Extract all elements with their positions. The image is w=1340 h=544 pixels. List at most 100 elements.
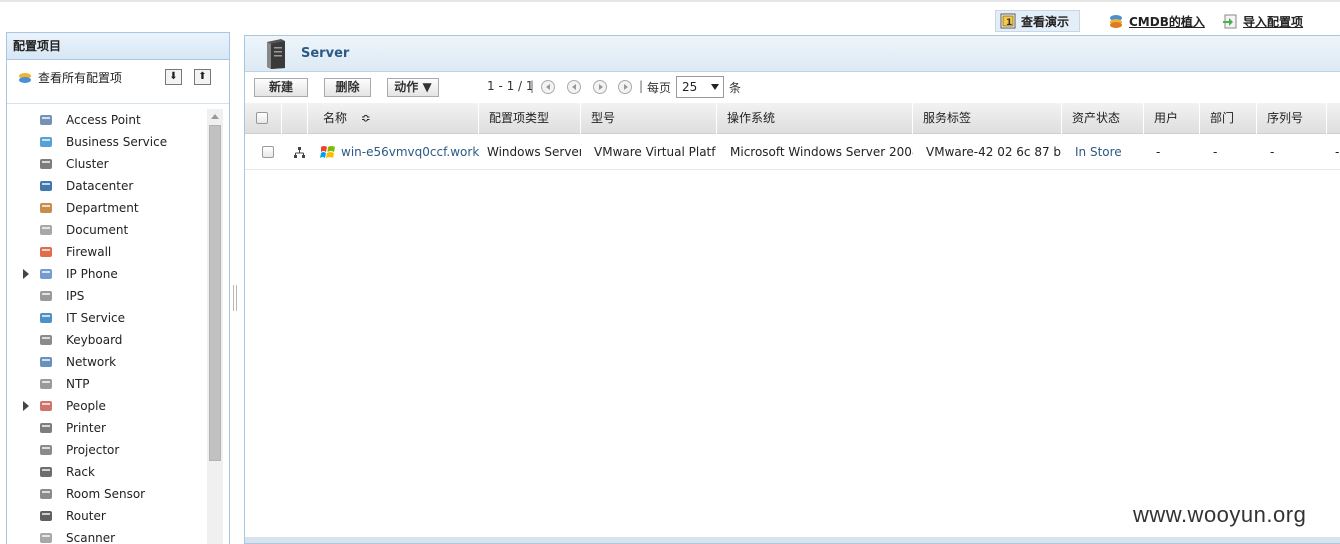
sidebar-item-it-service[interactable]: IT Service (7, 307, 207, 329)
first-page-icon[interactable] (541, 80, 555, 94)
column-header-user[interactable]: 用户 (1144, 103, 1200, 134)
view-demo-button[interactable]: 1 查看演示 (995, 10, 1080, 32)
ntp-icon (38, 376, 54, 392)
sidebar-item-business-service[interactable]: Business Service (7, 131, 207, 153)
datacenter-icon (38, 178, 54, 194)
per-page-label: 每页 (647, 81, 672, 95)
column-header-model[interactable]: 型号 (581, 103, 717, 134)
chevron-down-icon (711, 84, 719, 90)
tree-scrollbar[interactable] (207, 109, 223, 544)
windows-logo-icon (320, 146, 335, 158)
it-service-icon (38, 310, 54, 326)
grid-bottom-bar (245, 537, 1340, 543)
document-icon (38, 222, 54, 238)
sidebar-item-label: Datacenter (66, 179, 134, 193)
scanner-icon (38, 530, 54, 544)
next-page-icon[interactable] (593, 80, 607, 94)
sidebar-item-label: Keyboard (66, 333, 123, 347)
last-page-icon[interactable] (618, 80, 632, 94)
cluster-icon (38, 156, 54, 172)
select-all-checkbox[interactable] (256, 112, 268, 124)
collapse-all-button[interactable]: ⬆ (194, 69, 211, 85)
expand-all-button[interactable]: ⬇ (165, 69, 182, 85)
sidebar-item-ntp[interactable]: NTP (7, 373, 207, 395)
ips-icon (38, 288, 54, 304)
select-all-cell (245, 103, 282, 134)
view-demo-label: 查看演示 (1021, 14, 1070, 29)
scroll-thumb[interactable] (209, 125, 221, 461)
top-link-bar: 1 查看演示 CMDB的植入 导入配置项 (0, 0, 1340, 32)
panel-splitter[interactable] (232, 283, 240, 313)
sidebar-item-label: IP Phone (66, 267, 118, 281)
sidebar-actions: 查看所有配置项 ⬇ ⬆ (7, 60, 229, 104)
sidebar-item-printer[interactable]: Printer (7, 417, 207, 439)
column-header-serial[interactable]: 序列号 (1257, 103, 1327, 134)
sidebar-item-label: Scanner (66, 531, 116, 544)
expand-all-icon: ⬇ (169, 71, 178, 82)
column-header-type[interactable]: 配置项类型 (479, 103, 581, 134)
sidebar-item-label: Document (66, 223, 129, 237)
server-panel: Server 新建 删除 动作 ▼ 1 - 1 / 1 | | 每页 25 条 (244, 35, 1340, 544)
sidebar-item-ip-phone[interactable]: IP Phone (7, 263, 207, 285)
sidebar-item-label: Rack (66, 465, 95, 479)
prev-page-icon[interactable] (567, 80, 581, 94)
hierarchy-icon[interactable] (293, 146, 306, 159)
tree-col-header (282, 103, 308, 134)
ip-phone-icon (38, 266, 54, 282)
serial-cell: - (1270, 145, 1275, 159)
sidebar-item-label: NTP (66, 377, 90, 391)
sidebar-item-document[interactable]: Document (7, 219, 207, 241)
sidebar-item-people[interactable]: People (7, 395, 207, 417)
column-header-name[interactable]: 名称 ≎ (308, 103, 479, 134)
view-all-ci-link[interactable]: 查看所有配置项 (17, 69, 122, 86)
new-button[interactable]: 新建 (254, 78, 308, 97)
sidebar-item-ips[interactable]: IPS (7, 285, 207, 307)
cmdb-icon (1110, 15, 1122, 28)
sort-icon: ≎ (360, 111, 371, 125)
pager-separator: | (530, 79, 535, 93)
collapse-all-icon: ⬆ (198, 71, 207, 82)
sidebar-item-network[interactable]: Network (7, 351, 207, 373)
column-header-department[interactable]: 部门 (1200, 103, 1257, 134)
delete-button[interactable]: 删除 (324, 78, 371, 97)
router-icon (38, 508, 54, 524)
per-page-select[interactable]: 25 (676, 76, 724, 98)
sidebar-item-label: People (66, 399, 106, 413)
sidebar-item-label: Router (66, 509, 106, 523)
sidebar-item-label: Firewall (66, 245, 112, 259)
sidebar-item-scanner[interactable]: Scanner (7, 527, 207, 544)
sidebar-item-rack[interactable]: Rack (7, 461, 207, 483)
sidebar-item-keyboard[interactable]: Keyboard (7, 329, 207, 351)
sidebar-item-label: Room Sensor (66, 487, 146, 501)
sidebar-item-department[interactable]: Department (7, 197, 207, 219)
sidebar-item-firewall[interactable]: Firewall (7, 241, 207, 263)
printer-icon (38, 420, 54, 436)
sidebar-item-datacenter[interactable]: Datacenter (7, 175, 207, 197)
sidebar-item-router[interactable]: Router (7, 505, 207, 527)
network-icon (38, 354, 54, 370)
column-header-os[interactable]: 操作系统 (717, 103, 913, 134)
sidebar-item-projector[interactable]: Projector (7, 439, 207, 461)
ci-name-link[interactable]: win-e56vmvq0ccf.workgroup (336, 135, 479, 170)
sidebar-item-room-sensor[interactable]: Room Sensor (7, 483, 207, 505)
table-row[interactable]: win-e56vmvq0ccf.workgroup Windows Server… (245, 135, 1340, 170)
import-ci-label: 导入配置项 (1243, 14, 1304, 29)
scroll-up-icon[interactable] (211, 114, 219, 119)
column-header-service-tag[interactable]: 服务标签 (913, 103, 1062, 134)
pager-separator-2: | (639, 79, 644, 93)
row-checkbox[interactable] (262, 146, 274, 158)
expand-arrow-icon[interactable] (23, 269, 29, 279)
column-header-name-label: 名称 (323, 111, 348, 125)
watermark: www.wooyun.org (1133, 502, 1307, 527)
ci-sidebar: 配置项目 查看所有配置项 ⬇ ⬆ Access Point Business Se… (6, 32, 230, 544)
import-ci-link[interactable]: 导入配置项 (1222, 10, 1303, 32)
sidebar-item-access-point[interactable]: Access Point (7, 109, 207, 131)
cmdb-embed-link[interactable]: CMDB的植入 (1108, 10, 1205, 32)
per-page-unit: 条 (729, 81, 742, 95)
cmdb-embed-label: CMDB的植入 (1129, 14, 1205, 29)
column-header-asset-state[interactable]: 资产状态 (1062, 103, 1144, 134)
sidebar-item-cluster[interactable]: Cluster (7, 153, 207, 175)
expand-arrow-icon[interactable] (23, 401, 29, 411)
keyboard-icon (38, 332, 54, 348)
action-menu-button[interactable]: 动作 ▼ (387, 78, 439, 97)
